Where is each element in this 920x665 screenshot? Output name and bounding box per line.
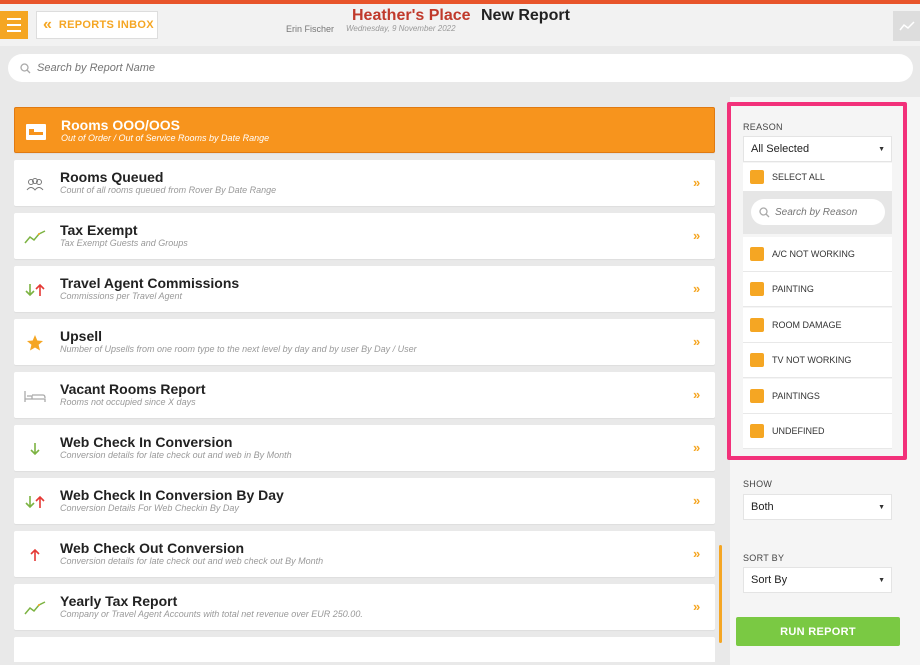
report-title: Web Check In Conversion: [60, 434, 233, 450]
sort-by-label: SORT BY: [743, 553, 785, 563]
hotel-name: Heather's Place: [352, 7, 471, 24]
report-card-web-check-in-conversion[interactable]: Web Check In Conversion Conversion detai…: [14, 425, 715, 471]
caret-down-icon: ▼: [878, 504, 885, 511]
report-title: Yearly Tax Report: [60, 593, 178, 609]
report-title: Web Check Out Conversion: [60, 540, 245, 556]
chevron-right-icon: »: [693, 546, 700, 561]
sort-by-select-value: Sort By: [751, 574, 788, 586]
report-subtitle: Conversion Details For Web Checkin By Da…: [60, 503, 239, 513]
up-down-arrows-icon: [24, 491, 46, 513]
search-icon: [20, 62, 31, 73]
report-search-bar[interactable]: [8, 54, 913, 82]
report-subtitle: Tax Exempt Guests and Groups: [60, 238, 188, 248]
show-select-value: Both: [751, 501, 774, 513]
report-subtitle: Number of Upsells from one room type to …: [60, 344, 417, 354]
chevron-right-icon: »: [693, 387, 700, 402]
report-subtitle: Conversion details for late check out an…: [60, 556, 324, 566]
report-list-scrollbar[interactable]: [719, 545, 722, 643]
report-subtitle: Count of all rooms queued from Rover By …: [60, 185, 277, 195]
reason-highlight-frame: [727, 102, 907, 460]
reports-inbox-label: REPORTS INBOX: [58, 19, 154, 31]
report-subtitle: Commissions per Travel Agent: [60, 291, 183, 301]
chevron-right-icon: »: [693, 228, 700, 243]
menu-button[interactable]: [0, 11, 28, 39]
chevron-right-icon: »: [693, 599, 700, 614]
report-subtitle: Rooms not occupied since X days: [60, 397, 196, 407]
report-title: Rooms OOO/OOS: [61, 117, 181, 133]
current-date: Wednesday, 9 November 2022: [346, 24, 456, 33]
report-title: Upsell: [60, 328, 103, 344]
line-chart-icon: [898, 21, 915, 31]
chevron-right-icon: »: [693, 334, 700, 349]
chevron-right-icon: »: [693, 175, 700, 190]
report-card-upsell[interactable]: Upsell Number of Upsells from one room t…: [14, 319, 715, 365]
star-icon: [24, 332, 46, 354]
report-card-travel-agent-commissions[interactable]: Travel Agent Commissions Commissions per…: [14, 266, 715, 312]
group-icon: [24, 173, 46, 195]
report-card-vacant-rooms[interactable]: Vacant Rooms Report Rooms not occupied s…: [14, 372, 715, 418]
report-card-rooms-queued[interactable]: Rooms Queued Count of all rooms queued f…: [14, 160, 715, 206]
up-arrow-icon: [24, 544, 46, 566]
report-card-partial[interactable]: [14, 637, 715, 662]
user-name: Erin Fischer: [286, 24, 335, 34]
report-title: Rooms Queued: [60, 169, 164, 185]
report-subtitle: Out of Order / Out of Service Rooms by D…: [61, 133, 270, 143]
report-card-tax-exempt[interactable]: Tax Exempt Tax Exempt Guests and Groups …: [14, 213, 715, 259]
report-title: Vacant Rooms Report: [60, 381, 206, 397]
trend-icon: [24, 226, 46, 248]
double-chevron-left-icon: «: [43, 16, 52, 33]
report-title: Web Check In Conversion By Day: [60, 487, 284, 503]
show-label: SHOW: [743, 479, 773, 489]
report-subtitle: Company or Travel Agent Accounts with to…: [60, 609, 363, 619]
run-report-button[interactable]: RUN REPORT: [736, 617, 900, 646]
down-arrow-icon: [24, 438, 46, 460]
hamburger-icon: [7, 18, 21, 20]
report-search-input[interactable]: [37, 62, 437, 74]
trend-icon: [24, 597, 46, 619]
report-card-web-check-in-conversion-by-day[interactable]: Web Check In Conversion By Day Conversio…: [14, 478, 715, 524]
graph-toggle-button[interactable]: [893, 11, 920, 41]
report-card-web-check-out-conversion[interactable]: Web Check Out Conversion Conversion deta…: [14, 531, 715, 577]
chevron-right-icon: »: [693, 493, 700, 508]
report-title: Travel Agent Commissions: [60, 275, 240, 291]
page-title: New Report: [481, 7, 570, 24]
report-subtitle: Conversion details for late check out an…: [60, 450, 292, 460]
bed-outline-icon: [24, 385, 46, 407]
up-down-arrows-icon: [24, 279, 46, 301]
caret-down-icon: ▼: [878, 577, 885, 584]
chevron-right-icon: »: [693, 281, 700, 296]
show-select[interactable]: Both ▼: [743, 494, 892, 520]
sort-by-select[interactable]: Sort By ▼: [743, 567, 892, 593]
report-card-rooms-ooo-oos[interactable]: Rooms OOO/OOS Out of Order / Out of Serv…: [14, 107, 715, 153]
reports-inbox-button[interactable]: « REPORTS INBOX: [36, 11, 158, 39]
report-title: Tax Exempt: [60, 222, 138, 238]
report-list: Rooms OOO/OOS Out of Order / Out of Serv…: [14, 107, 715, 662]
chevron-right-icon: »: [693, 440, 700, 455]
bed-icon: [25, 121, 47, 143]
report-card-yearly-tax-report[interactable]: Yearly Tax Report Company or Travel Agen…: [14, 584, 715, 630]
